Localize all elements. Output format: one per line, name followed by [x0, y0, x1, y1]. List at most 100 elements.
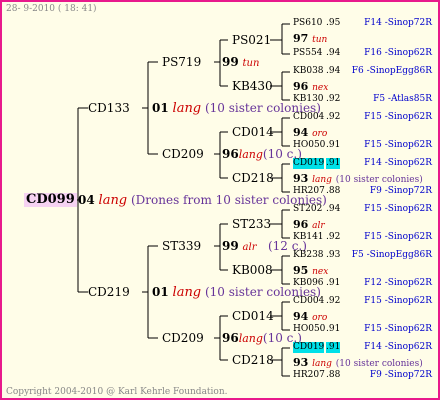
g3-1[interactable]: PS021 — [232, 33, 271, 47]
root-year: 04 — [78, 193, 95, 207]
mother-2[interactable]: CD219 — [88, 285, 130, 299]
ancestor-node[interactable]: KB038 — [293, 66, 324, 77]
ancestor-year: 96 — [293, 80, 309, 93]
ancestor-node[interactable]: CD004 — [293, 296, 324, 307]
g2-4-year: 96 — [222, 331, 239, 345]
ancestor-source[interactable]: F15 -Sinop62R — [364, 232, 432, 243]
g3-5[interactable]: ST233 — [232, 217, 271, 231]
ancestor-breeder: nex — [312, 267, 329, 277]
ancestor-score: .92 — [326, 296, 341, 306]
ancestor-score: .94 — [326, 204, 341, 214]
ancestor-node[interactable]: HR207 — [293, 186, 325, 197]
ancestor-source[interactable]: F15 -Sinop62R — [364, 112, 432, 123]
ancestor-score: .91 — [326, 278, 341, 288]
g2-4[interactable]: CD209 — [162, 331, 204, 345]
ancestor-score: .94 — [326, 48, 341, 58]
ancestor-year-line: 96 nex — [293, 79, 328, 95]
ancestor-year: 95 — [293, 264, 309, 277]
root-year-line: 04 lang (Drones from 10 sister colonies) — [78, 193, 327, 208]
ancestor-source[interactable]: F5 -Atlas85R — [373, 94, 432, 105]
g2-1-breeder: tun — [242, 58, 260, 69]
ancestor-breeder: tun — [312, 35, 328, 45]
ancestor-year: 93 — [293, 172, 309, 185]
ancestor-source[interactable]: F9 -Sinop72R — [370, 370, 432, 381]
ancestor-source[interactable]: F14 -Sinop62R — [364, 158, 432, 169]
g2-2-breeder: lang — [238, 148, 263, 161]
ancestor-source[interactable]: F16 -Sinop62R — [364, 48, 432, 59]
g3-6[interactable]: KB008 — [232, 263, 273, 277]
ancestor-source[interactable]: F15 -Sinop62R — [364, 296, 432, 307]
g2-3-breeder: alr — [242, 242, 257, 253]
ancestor-node[interactable]: CD019 — [293, 158, 325, 169]
root-queen[interactable]: CD099 — [24, 193, 77, 207]
ancestor-score: .94 — [326, 66, 341, 76]
ancestor-year-line: 97 tun — [293, 31, 327, 47]
ancestor-source[interactable]: F15 -Sinop62R — [364, 140, 432, 151]
ancestor-breeder: oro — [312, 129, 328, 139]
g1-1-year: 01 — [152, 101, 169, 115]
date-stamp: 28- 9-2010 ( 18: 41) — [6, 4, 97, 14]
ancestor-year: 93 — [293, 356, 309, 369]
g3-8[interactable]: CD218 — [232, 353, 274, 367]
ancestor-score: .91 — [326, 140, 341, 150]
ancestor-node[interactable]: KB130 — [293, 94, 324, 105]
ancestor-score: .93 — [326, 250, 341, 260]
mother-1[interactable]: CD133 — [88, 101, 130, 115]
ancestor-year: 97 — [293, 32, 309, 45]
ancestor-node[interactable]: PS554 — [293, 48, 322, 59]
g1-2-year: 01 — [152, 285, 169, 299]
g2-3-year: 99 — [222, 239, 239, 253]
g2-2-year: 96 — [222, 147, 239, 161]
ancestor-score: .88 — [326, 370, 341, 380]
pedigree-frame: 28- 9-2010 ( 18: 41) CD099 04 lang (Dron… — [0, 0, 440, 400]
ancestor-node[interactable]: HO050 — [293, 324, 325, 335]
g2-1-line: 99 tun — [222, 55, 259, 71]
ancestor-node[interactable]: KB096 — [293, 278, 324, 289]
ancestor-note: (10 sister colonies) — [335, 359, 423, 369]
ancestor-source[interactable]: F5 -SinopEgg86R — [352, 250, 432, 261]
ancestor-note: (10 sister colonies) — [335, 175, 423, 185]
g1-1-breeder: lang — [172, 101, 202, 116]
ancestor-score: .92 — [326, 232, 341, 242]
g2-4-breeder: lang — [238, 332, 263, 345]
ancestor-node[interactable]: CD019 — [293, 342, 325, 353]
g3-3[interactable]: CD014 — [232, 125, 274, 139]
ancestor-year: 94 — [293, 126, 309, 139]
ancestor-year-line: 94 oro — [293, 125, 327, 141]
ancestor-breeder: nex — [312, 83, 329, 93]
copyright: Copyright 2004-2010 @ Karl Kehrle Founda… — [6, 387, 228, 397]
ancestor-source[interactable]: F9 -Sinop72R — [370, 186, 432, 197]
ancestor-breeder: alr — [312, 221, 325, 231]
ancestor-source[interactable]: F14 -Sinop72R — [364, 18, 432, 29]
g3-2[interactable]: KB430 — [232, 79, 273, 93]
ancestor-node[interactable]: ST202 — [293, 204, 322, 215]
g2-1-year: 99 — [222, 55, 239, 69]
ancestor-year-line: 94 oro — [293, 309, 327, 325]
ancestor-year-line: 96 alr — [293, 217, 325, 233]
ancestor-score: .91 — [326, 158, 341, 169]
ancestor-node[interactable]: KB141 — [293, 232, 324, 243]
ancestor-node[interactable]: HR207 — [293, 370, 325, 381]
ancestor-source[interactable]: F15 -Sinop62R — [364, 324, 432, 335]
ancestor-source[interactable]: F6 -SinopEgg86R — [352, 66, 432, 77]
ancestor-year: 96 — [293, 218, 309, 231]
ancestor-node[interactable]: CD004 — [293, 112, 324, 123]
g2-2[interactable]: CD209 — [162, 147, 204, 161]
g3-7[interactable]: CD014 — [232, 309, 274, 323]
g2-1[interactable]: PS719 — [162, 55, 201, 69]
ancestor-breeder: lang — [312, 359, 332, 369]
ancestor-node[interactable]: HO050 — [293, 140, 325, 151]
ancestor-node[interactable]: PS610 — [293, 18, 322, 29]
ancestor-breeder: oro — [312, 313, 328, 323]
ancestor-source[interactable]: F12 -Sinop62R — [364, 278, 432, 289]
ancestor-breeder: lang — [312, 175, 332, 185]
g2-4-line: 96lang(10 c.) — [222, 331, 302, 346]
ancestor-year-line: 95 nex — [293, 263, 328, 279]
g3-4[interactable]: CD218 — [232, 171, 274, 185]
g2-2-line: 96lang(10 c.) — [222, 147, 302, 162]
g2-3[interactable]: ST339 — [162, 239, 201, 253]
ancestor-score: .91 — [326, 324, 341, 334]
ancestor-node[interactable]: KB238 — [293, 250, 324, 261]
ancestor-source[interactable]: F14 -Sinop62R — [364, 342, 432, 353]
ancestor-source[interactable]: F15 -Sinop62R — [364, 204, 432, 215]
